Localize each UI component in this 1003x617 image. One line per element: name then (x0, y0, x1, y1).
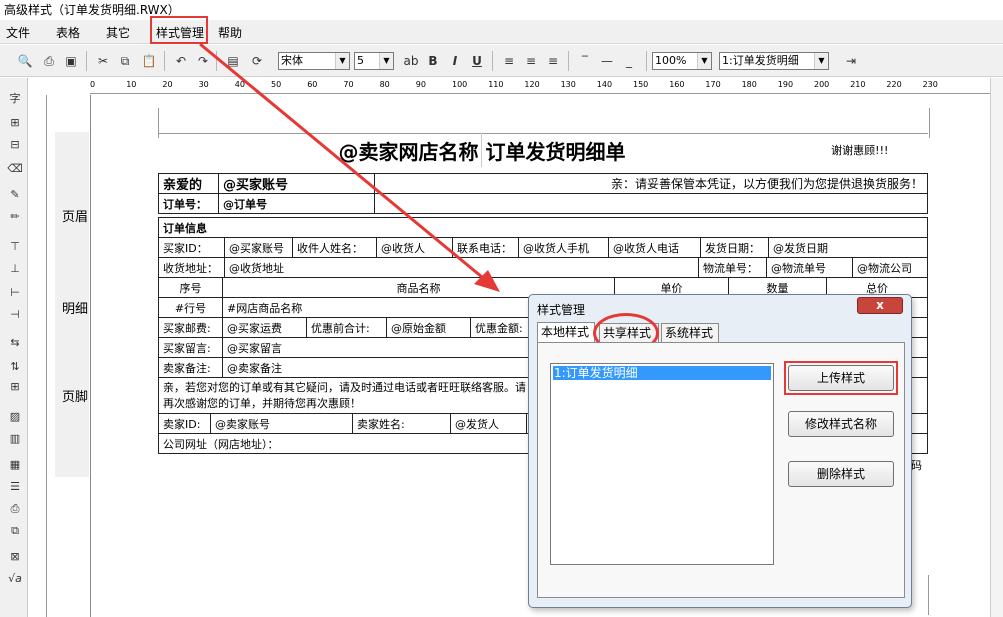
style-manage-dialog: 样式管理 x 本地样式 共享样式 系统样式 1:订单发货明细 上传样式 修改样式… (528, 294, 912, 608)
highlight-upload-box (784, 361, 898, 395)
tab-system-styles[interactable]: 系统样式 (661, 323, 719, 343)
close-button[interactable]: x (857, 297, 903, 314)
delete-style-button[interactable]: 删除样式 (788, 461, 894, 487)
list-item[interactable]: 1:订单发货明细 (553, 366, 771, 380)
dialog-title: 样式管理 (537, 303, 586, 317)
style-list[interactable]: 1:订单发货明细 (550, 363, 774, 565)
tab-local-styles[interactable]: 本地样式 (537, 322, 595, 343)
dialog-panel: 1:订单发货明细 上传样式 修改样式名称 删除样式 (537, 342, 905, 598)
rename-style-button[interactable]: 修改样式名称 (788, 411, 894, 437)
